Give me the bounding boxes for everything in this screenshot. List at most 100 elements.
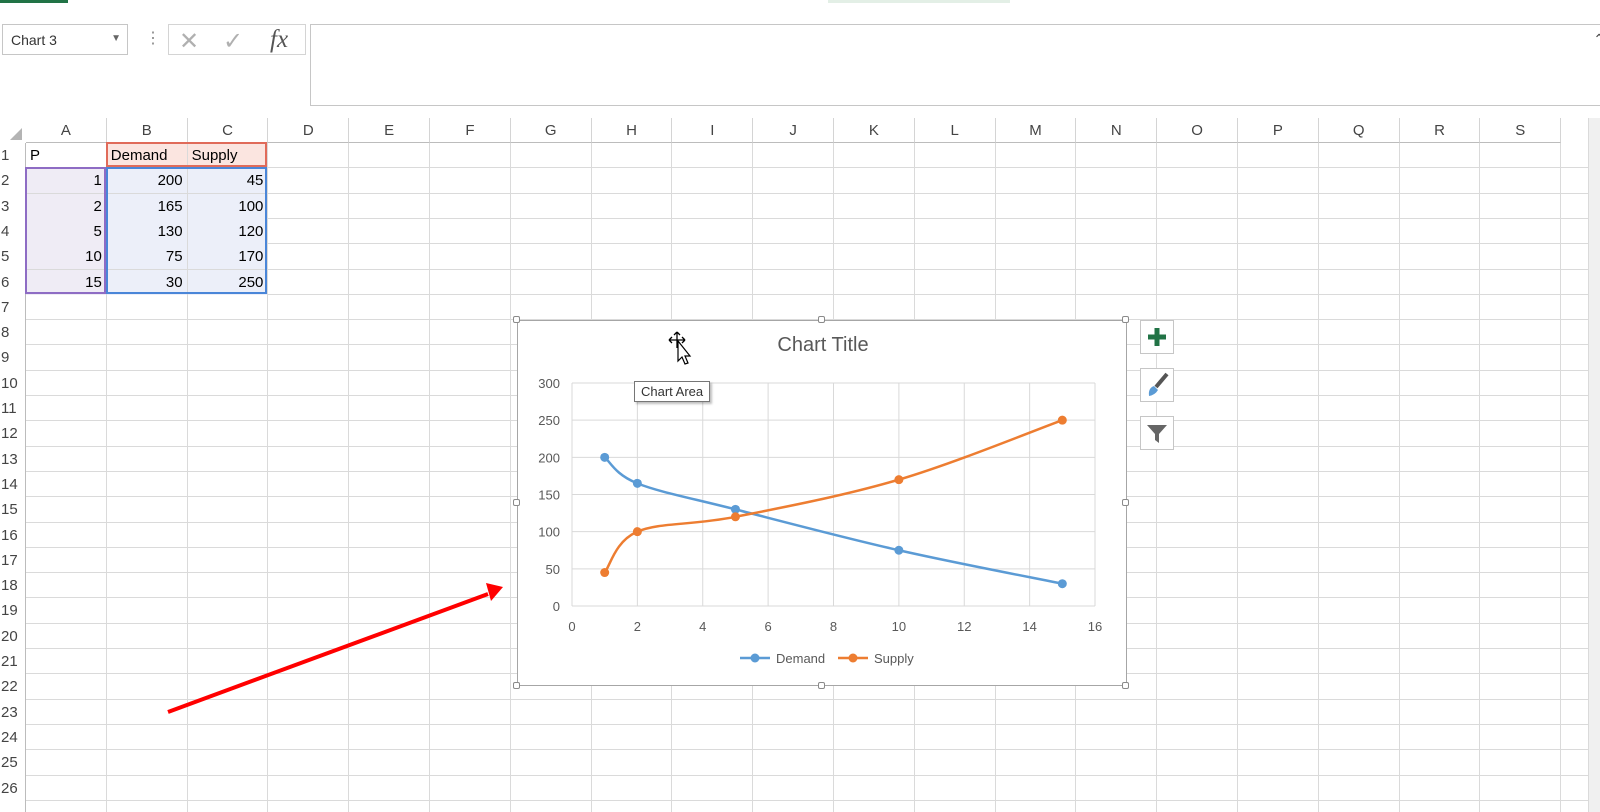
row-header-25[interactable]: 25	[0, 750, 27, 775]
row-header-16[interactable]: 16	[0, 523, 27, 548]
row-header-13[interactable]: 13	[0, 447, 27, 472]
grid-line	[26, 749, 1588, 751]
y-tick-label: 250	[538, 413, 560, 428]
data-point-demand	[600, 452, 610, 462]
x-tick-label: 2	[634, 619, 641, 634]
row-header-11[interactable]: 11	[0, 396, 27, 421]
row-header-23[interactable]: 23	[0, 700, 27, 725]
y-tick-label: 100	[538, 525, 560, 540]
chart-elements-button[interactable]	[1140, 320, 1174, 354]
app-accent-strip	[0, 0, 68, 3]
row-header-5[interactable]: 5	[0, 244, 27, 269]
y-values-range	[105, 167, 268, 294]
row-header-17[interactable]: 17	[0, 548, 27, 573]
resize-handle-w[interactable]	[513, 499, 520, 506]
column-header-n[interactable]: N	[1076, 118, 1158, 143]
chart-styles-button[interactable]	[1140, 368, 1174, 402]
column-header-o[interactable]: O	[1157, 118, 1238, 143]
select-all-button[interactable]	[0, 118, 26, 143]
column-header-j[interactable]: J	[753, 118, 834, 143]
data-point-demand	[632, 478, 642, 488]
row-header-15[interactable]: 15	[0, 497, 27, 522]
resize-handle-se[interactable]	[1122, 682, 1129, 689]
data-point-demand	[1057, 579, 1067, 589]
row-header-19[interactable]: 19	[0, 598, 27, 623]
row-header-12[interactable]: 12	[0, 421, 27, 446]
name-box-value: Chart 3	[11, 32, 57, 48]
row-header-9[interactable]: 9	[0, 345, 27, 370]
x-tick-label: 16	[1088, 619, 1102, 634]
column-header-a[interactable]: A	[26, 118, 107, 143]
legend-marker-supply	[848, 653, 858, 663]
data-point-supply	[1057, 415, 1067, 425]
legend-marker-demand	[750, 653, 760, 663]
column-header-h[interactable]: H	[591, 118, 673, 143]
more-vertical-icon[interactable]: ⋮	[145, 28, 161, 48]
column-header-p[interactable]: P	[1238, 118, 1319, 143]
name-box[interactable]: Chart 3 ▼	[2, 24, 128, 55]
row-header-7[interactable]: 7	[0, 295, 27, 320]
data-point-supply	[730, 512, 740, 522]
column-header-i[interactable]: I	[672, 118, 754, 143]
formula-input[interactable]: ⌃	[310, 24, 1600, 106]
row-header-10[interactable]: 10	[0, 371, 27, 396]
column-header-l[interactable]: L	[914, 118, 996, 143]
row-header-18[interactable]: 18	[0, 573, 27, 598]
grid-line	[26, 723, 1588, 725]
resize-handle-sw[interactable]	[513, 682, 520, 689]
column-header-d[interactable]: D	[268, 118, 350, 143]
x-tick-label: 12	[957, 619, 971, 634]
chart-area[interactable]: Chart Title 0 50 100 150 200 250 300 0 2 4 6 8 10 12 14…	[517, 320, 1127, 686]
data-point-supply	[632, 527, 642, 537]
red-arrow-line	[167, 592, 489, 714]
cross-icon[interactable]: ✕	[179, 27, 199, 56]
row-header-21[interactable]: 21	[0, 649, 27, 674]
x-tick-label: 6	[765, 619, 772, 634]
fx-icon[interactable]: fx	[270, 26, 288, 54]
column-header-s[interactable]: S	[1480, 118, 1562, 143]
brush-icon	[1148, 372, 1169, 396]
row-header-14[interactable]: 14	[0, 472, 27, 497]
resize-handle-n[interactable]	[818, 316, 825, 323]
chart-svg: Chart Title 0 50 100 150 200 250 300 0 2 4 6 8 10 12 14…	[538, 334, 1102, 666]
resize-handle-e[interactable]	[1122, 499, 1129, 506]
cell-a1[interactable]: P	[26, 143, 106, 168]
row-header-2[interactable]: 2	[0, 168, 27, 193]
vertical-scrollbar[interactable]	[1588, 118, 1600, 812]
check-icon[interactable]: ✓	[223, 27, 243, 56]
series-name-range	[105, 142, 268, 168]
x-tick-label: 8	[830, 619, 837, 634]
x-tick-label: 14	[1022, 619, 1036, 634]
chart-filters-button[interactable]	[1140, 416, 1174, 450]
column-header-k[interactable]: K	[834, 118, 915, 143]
column-header-r[interactable]: R	[1399, 118, 1481, 143]
row-header-3[interactable]: 3	[0, 194, 27, 219]
collapse-formula-bar-icon[interactable]: ⌃	[1593, 31, 1600, 48]
column-header-q[interactable]: Q	[1318, 118, 1400, 143]
chevron-down-icon[interactable]: ▼	[111, 33, 121, 44]
row-header-26[interactable]: 26	[0, 776, 27, 801]
column-header-f[interactable]: F	[430, 118, 511, 143]
row-header-8[interactable]: 8	[0, 320, 27, 345]
chart-title: Chart Title	[777, 334, 868, 356]
grid-line	[26, 698, 1588, 700]
row-header-24[interactable]: 24	[0, 725, 27, 750]
column-header-c[interactable]: C	[187, 118, 269, 143]
column-header-e[interactable]: E	[349, 118, 430, 143]
resize-handle-s[interactable]	[818, 682, 825, 689]
plus-icon	[1148, 328, 1166, 346]
resize-handle-ne[interactable]	[1122, 316, 1129, 323]
row-header-20[interactable]: 20	[0, 624, 27, 649]
row-header-6[interactable]: 6	[0, 270, 27, 295]
column-header-m[interactable]: M	[995, 118, 1077, 143]
row-header-22[interactable]: 22	[0, 674, 27, 699]
column-header-b[interactable]: B	[106, 118, 188, 143]
x-tick-label: 4	[699, 619, 706, 634]
row-header-4[interactable]: 4	[0, 219, 27, 244]
x-tick-label: 10	[892, 619, 906, 634]
y-tick-label: 0	[553, 599, 560, 614]
row-header-1[interactable]: 1	[0, 143, 27, 168]
legend-label-supply: Supply	[874, 651, 914, 666]
column-header-g[interactable]: G	[510, 118, 592, 143]
resize-handle-nw[interactable]	[513, 316, 520, 323]
